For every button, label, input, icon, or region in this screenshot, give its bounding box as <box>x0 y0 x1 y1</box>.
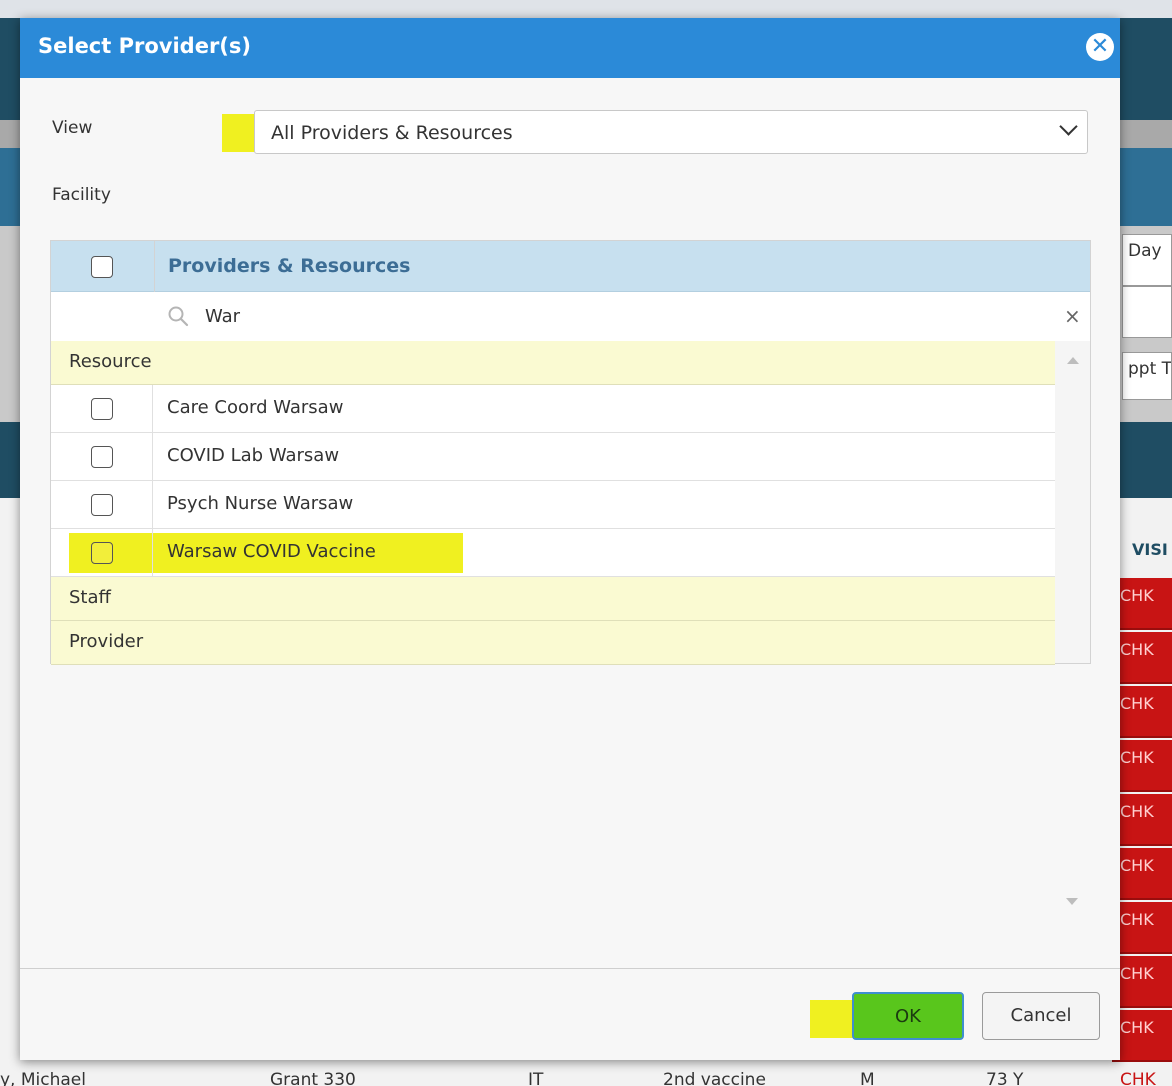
dialog-title: Select Provider(s) <box>38 34 251 58</box>
footer-divider <box>20 968 1120 969</box>
item-checkbox[interactable] <box>91 542 113 564</box>
select-providers-dialog: Select Provider(s) ✕ View All Providers … <box>20 18 1120 1060</box>
facility-label: Facility <box>52 185 111 205</box>
patient-age: 73 Y <box>986 1070 1024 1086</box>
list-item[interactable]: Care Coord Warsaw <box>51 385 1055 433</box>
column-divider <box>152 529 153 576</box>
view-label: View <box>52 118 93 138</box>
status-badge: CHK <box>1112 848 1172 900</box>
item-label: Care Coord Warsaw <box>167 397 344 418</box>
item-label: Psych Nurse Warsaw <box>167 493 354 514</box>
filter-row: × <box>51 292 1090 342</box>
table-row[interactable]: y, Michael Grant 330 IT 2nd vaccine M 73… <box>0 1068 1172 1086</box>
item-label: Warsaw COVID Vaccine <box>167 541 376 562</box>
appointment-type: IT <box>528 1070 544 1086</box>
grid-header-title: Providers & Resources <box>168 255 411 277</box>
group-provider[interactable]: Provider <box>51 621 1055 665</box>
list-item[interactable]: Psych Nurse Warsaw <box>51 481 1055 529</box>
grid-scrollbar[interactable] <box>1055 341 1090 663</box>
group-resource[interactable]: Resource <box>51 341 1055 385</box>
chevron-down-icon <box>1059 117 1078 136</box>
select-all-checkbox[interactable] <box>91 256 113 278</box>
status-badge: CHK <box>1112 686 1172 738</box>
group-staff[interactable]: Staff <box>51 577 1055 621</box>
item-checkbox[interactable] <box>91 398 113 420</box>
status-badge: CHK <box>1112 956 1172 1008</box>
view-select-value: All Providers & Resources <box>271 122 513 144</box>
item-checkbox[interactable] <box>91 494 113 516</box>
appointment-location: Grant 330 <box>270 1070 356 1086</box>
provider-search-input[interactable] <box>205 303 905 329</box>
app-top-bar <box>0 0 1172 18</box>
patient-sex: M <box>860 1070 875 1086</box>
item-checkbox[interactable] <box>91 446 113 468</box>
patient-name[interactable]: y, Michael <box>0 1070 86 1086</box>
status-badge: CHK <box>1120 1070 1156 1086</box>
status-badge: CHK <box>1112 632 1172 684</box>
clear-search-icon[interactable]: × <box>1064 304 1081 328</box>
visit-column-header: VISI <box>1132 540 1168 559</box>
scroll-down-arrow-icon[interactable] <box>1066 898 1078 905</box>
search-icon <box>168 306 189 327</box>
ok-button[interactable]: OK <box>852 992 964 1040</box>
column-divider <box>152 385 153 432</box>
dialog-header: Select Provider(s) ✕ <box>20 18 1120 78</box>
providers-grid: Providers & Resources × Resource Care Co… <box>50 240 1091 665</box>
column-divider <box>152 433 153 480</box>
status-badge: CHK <box>1112 740 1172 792</box>
bg-field[interactable] <box>1122 286 1172 338</box>
day-view-button[interactable]: Day <box>1122 234 1172 286</box>
item-label: COVID Lab Warsaw <box>167 445 340 466</box>
view-select[interactable]: All Providers & Resources <box>254 110 1088 154</box>
status-badge: CHK <box>1112 1010 1172 1062</box>
appointment-reason: 2nd vaccine <box>663 1070 766 1086</box>
list-item-highlighted[interactable]: Warsaw COVID Vaccine <box>51 529 1055 577</box>
status-badge: CHK <box>1112 794 1172 846</box>
status-badge: CHK <box>1112 578 1172 630</box>
status-badge: CHK <box>1112 902 1172 954</box>
appt-type-field[interactable]: ppt Ti <box>1122 352 1172 400</box>
scroll-up-arrow-icon[interactable] <box>1067 357 1079 364</box>
grid-header: Providers & Resources <box>51 241 1090 292</box>
cancel-button[interactable]: Cancel <box>982 992 1100 1040</box>
list-item[interactable]: COVID Lab Warsaw <box>51 433 1055 481</box>
column-divider <box>152 481 153 528</box>
close-icon[interactable]: ✕ <box>1086 33 1114 61</box>
